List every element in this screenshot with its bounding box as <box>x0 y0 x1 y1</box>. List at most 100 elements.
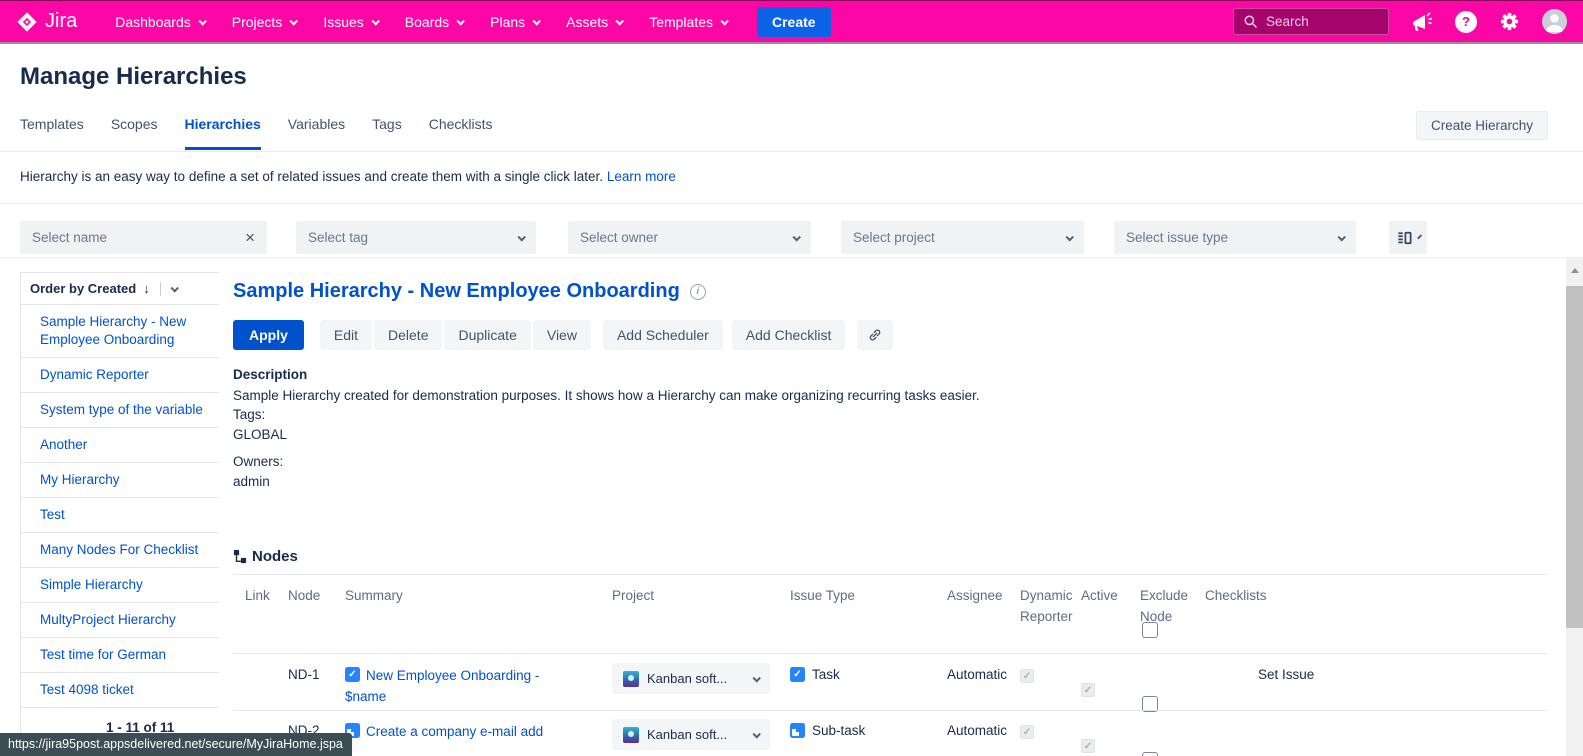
add-checklist-button[interactable]: Add Checklist <box>732 320 846 350</box>
chevron-down-icon <box>457 17 465 25</box>
owners-value: admin <box>233 472 1523 492</box>
list-item-test-time-german[interactable]: Test time for German <box>21 638 219 673</box>
chevron-down-icon <box>533 17 541 25</box>
chevron-down-icon[interactable] <box>170 284 178 292</box>
hierarchy-title: Sample Hierarchy - New Employee Onboardi… <box>233 280 680 303</box>
description-text: Sample Hierarchy created for demonstrati… <box>233 386 1523 405</box>
list-item-test[interactable]: Test <box>21 498 219 533</box>
nav-templates[interactable]: Templates <box>649 14 727 30</box>
tab-variables[interactable]: Variables <box>288 116 345 150</box>
filter-select-name[interactable]: × <box>20 221 267 254</box>
hierarchy-list-panel: Order by Created ↓ Sample Hierarchy - Ne… <box>20 272 219 735</box>
tab-templates[interactable]: Templates <box>20 116 84 150</box>
learn-more-link[interactable]: Learn more <box>607 169 676 184</box>
node-summary-link[interactable]: Create a company e-mail add <box>366 724 543 739</box>
exclude-all-checkbox[interactable] <box>1142 622 1158 638</box>
chevron-down-icon <box>1065 233 1073 241</box>
project-select[interactable]: Kanban soft... <box>612 663 770 694</box>
chevron-down-icon <box>371 17 379 25</box>
nav-issues[interactable]: Issues <box>323 14 377 30</box>
subtask-icon <box>790 723 805 738</box>
list-item-test-4098[interactable]: Test 4098 ticket <box>21 673 219 708</box>
description-label: Description <box>233 367 1523 382</box>
list-item-simple-hierarchy[interactable]: Simple Hierarchy <box>21 568 219 603</box>
info-icon[interactable]: i <box>690 284 706 300</box>
list-item-multyproject[interactable]: MultyProject Hierarchy <box>21 603 219 638</box>
list-item-another[interactable]: Another <box>21 428 219 463</box>
jira-brand[interactable]: Jira <box>16 10 77 33</box>
dynamic-reporter-checkbox <box>1020 725 1034 739</box>
summary-cell: New Employee Onboarding - $name <box>345 665 557 707</box>
column-exclude-node: Exclude Node <box>1140 585 1198 627</box>
help-icon[interactable]: ? <box>1455 11 1477 33</box>
column-dynamic-reporter: Dynamic Reporter <box>1020 585 1082 627</box>
sort-desc-icon[interactable]: ↓ <box>143 281 150 296</box>
set-issue-link[interactable]: Set Issue <box>1258 667 1314 682</box>
filter-select-issue-type[interactable]: Select issue type <box>1114 221 1356 254</box>
tab-hierarchies[interactable]: Hierarchies <box>185 116 261 150</box>
exclude-node-checkbox[interactable] <box>1142 752 1158 756</box>
issue-type-cell: Sub-task <box>790 723 865 738</box>
tab-bar: Templates Scopes Hierarchies Variables T… <box>20 116 493 150</box>
list-item-sample-hierarchy[interactable]: Sample Hierarchy - New Employee Onboardi… <box>21 305 219 358</box>
chevron-down-icon <box>198 17 206 25</box>
hierarchy-detail-panel: Sample Hierarchy - New Employee Onboardi… <box>233 280 1523 492</box>
filter-select-owner[interactable]: Select owner <box>568 221 811 254</box>
list-item-my-hierarchy[interactable]: My Hierarchy <box>21 463 219 498</box>
view-button[interactable]: View <box>533 320 591 350</box>
chevron-down-icon <box>720 17 728 25</box>
nav-boards[interactable]: Boards <box>405 14 463 30</box>
tab-tags[interactable]: Tags <box>372 116 402 150</box>
owners-label: Owners: <box>233 452 1523 472</box>
nav-projects[interactable]: Projects <box>232 14 297 30</box>
order-by-header[interactable]: Order by Created ↓ <box>21 273 219 305</box>
column-summary: Summary <box>345 585 557 606</box>
search-input[interactable] <box>1266 14 1376 29</box>
tab-scopes[interactable]: Scopes <box>111 116 158 150</box>
list-item-many-nodes[interactable]: Many Nodes For Checklist <box>21 533 219 568</box>
brand-label: Jira <box>45 10 77 33</box>
column-issue-type: Issue Type <box>790 585 855 606</box>
project-select[interactable]: Kanban soft... <box>612 719 770 750</box>
filter-select-tag[interactable]: Select tag <box>296 221 536 254</box>
announcements-icon[interactable] <box>1410 10 1434 34</box>
add-scheduler-button[interactable]: Add Scheduler <box>603 320 723 350</box>
column-link: Link <box>245 585 270 606</box>
summary-cell: Create a company e-mail add <box>345 721 557 742</box>
view-toggle-button[interactable] <box>1389 221 1427 254</box>
list-item-system-type[interactable]: System type of the variable <box>21 393 219 428</box>
nav-assets[interactable]: Assets <box>566 14 622 30</box>
page-title: Manage Hierarchies <box>20 63 247 91</box>
list-item-dynamic-reporter[interactable]: Dynamic Reporter <box>21 358 219 393</box>
settings-gear-icon[interactable] <box>1498 10 1521 33</box>
active-checkbox <box>1081 739 1095 753</box>
user-avatar[interactable] <box>1542 9 1567 34</box>
create-hierarchy-button[interactable]: Create Hierarchy <box>1416 111 1548 140</box>
node-row-nd1: ND-1 New Employee Onboarding - $name Kan… <box>233 653 1547 710</box>
global-search[interactable] <box>1233 8 1389 35</box>
nav-dashboards[interactable]: Dashboards <box>115 14 205 30</box>
task-icon <box>790 667 805 682</box>
copy-link-button[interactable] <box>857 320 893 350</box>
apply-button[interactable]: Apply <box>233 320 304 350</box>
duplicate-button[interactable]: Duplicate <box>444 320 530 350</box>
select-name-input[interactable] <box>32 230 245 245</box>
project-avatar-icon <box>623 727 639 743</box>
filter-select-project[interactable]: Select project <box>841 221 1084 254</box>
delete-button[interactable]: Delete <box>374 320 442 350</box>
node-summary-link[interactable]: New Employee Onboarding - $name <box>345 668 539 704</box>
scrollbar-thumb[interactable] <box>1566 286 1583 628</box>
edit-button[interactable]: Edit <box>320 320 372 350</box>
node-row-nd2: ND-2 Create a company e-mail add Kanban … <box>233 710 1547 756</box>
nav-menu: Dashboards Projects Issues Boards Plans … <box>115 14 727 30</box>
status-url-tooltip: https://jira95post.appsdelivered.net/sec… <box>0 733 352 756</box>
create-button[interactable]: Create <box>757 7 831 37</box>
tab-checklists[interactable]: Checklists <box>429 116 493 150</box>
vertical-scrollbar[interactable] <box>1566 258 1583 756</box>
node-key-link[interactable]: ND-1 <box>288 667 320 682</box>
scroll-up-arrow-icon[interactable] <box>1571 268 1579 273</box>
column-project: Project <box>612 585 772 606</box>
column-checklists: Checklists <box>1205 585 1315 606</box>
clear-name-icon[interactable]: × <box>245 229 255 246</box>
nav-plans[interactable]: Plans <box>490 14 539 30</box>
